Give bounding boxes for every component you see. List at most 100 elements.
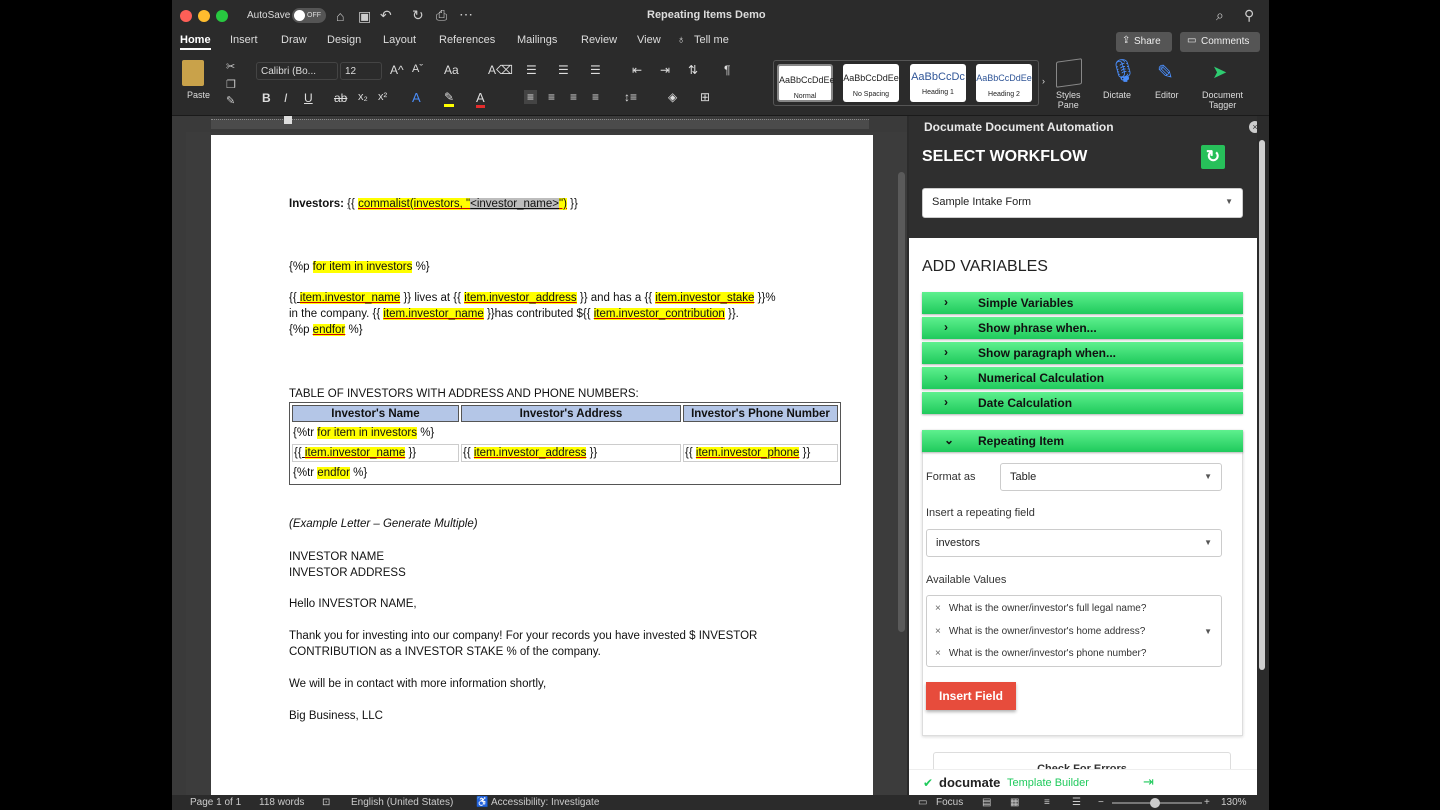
shading-icon[interactable]: ◈ [668, 90, 677, 104]
account-icon[interactable]: ⚲ [1244, 8, 1254, 22]
indent-marker[interactable] [284, 116, 292, 124]
minimize-window-button[interactable] [198, 10, 210, 22]
tab-tell-me[interactable]: Tell me [694, 34, 729, 46]
undo-icon[interactable]: ↶ [380, 8, 392, 22]
documate-tagger-icon[interactable]: ➤ [1212, 62, 1227, 83]
table-cell[interactable]: {{ item.investor_name }} [292, 444, 459, 462]
styles-pane-label[interactable]: Styles Pane [1056, 90, 1081, 110]
value-chip[interactable]: × What is the owner/investor's full legal… [935, 603, 1146, 614]
subscript-icon[interactable]: x₂ [358, 91, 368, 103]
font-size-select[interactable]: 12 [340, 62, 382, 80]
more-icon[interactable]: ⋯ [459, 7, 473, 21]
tab-insert[interactable]: Insert [230, 34, 258, 46]
highlight-icon[interactable]: ✎ [444, 90, 455, 107]
font-name-select[interactable]: Calibri (Bo... [256, 62, 338, 80]
editor-label[interactable]: Editor [1155, 90, 1179, 100]
table-cell[interactable]: {%tr endfor %} [292, 464, 838, 482]
repeating-field-select[interactable]: investors ▼ [926, 529, 1222, 557]
zoom-window-button[interactable] [216, 10, 228, 22]
tab-references[interactable]: References [439, 34, 495, 46]
multilevel-icon[interactable]: ☰ [590, 63, 601, 77]
align-center-icon[interactable]: ≡ [548, 90, 555, 104]
accessibility-status[interactable]: Accessibility: Investigate [491, 797, 599, 808]
sort-icon[interactable]: ⇅ [688, 63, 698, 77]
clear-format-icon[interactable]: A⌫ [488, 63, 513, 77]
dictate-label[interactable]: Dictate [1103, 90, 1131, 100]
align-right-icon[interactable]: ≡ [570, 90, 577, 104]
document-tagger-label[interactable]: Document Tagger [1202, 90, 1243, 110]
focus-icon[interactable]: ▭ [918, 797, 927, 808]
proofing-icon[interactable]: ⊡ [322, 797, 330, 808]
workflow-select[interactable]: Sample Intake Form ▼ [922, 188, 1243, 218]
text-effects-icon[interactable]: A [412, 90, 421, 105]
accessibility-icon[interactable]: ♿ [476, 797, 488, 808]
grow-font-icon[interactable]: A^ [390, 63, 404, 77]
print-icon[interactable]: ⎙ [436, 8, 447, 22]
tab-home[interactable]: Home [180, 34, 211, 50]
close-pane-icon[interactable]: × [1249, 121, 1257, 133]
font-color-icon[interactable]: A [476, 90, 485, 108]
zoom-level[interactable]: 130% [1221, 797, 1247, 808]
style-heading-2[interactable]: AaBbCcDdEe Heading 2 [976, 64, 1032, 102]
shrink-font-icon[interactable]: Aˇ [412, 63, 423, 75]
search-icon[interactable]: ⌕ [1216, 8, 1224, 22]
change-case-icon[interactable]: Aa [444, 63, 459, 77]
home-icon[interactable]: ⌂ [336, 9, 344, 23]
web-layout-icon[interactable]: ▦ [1010, 797, 1019, 808]
line-spacing-icon[interactable]: ↕≡ [624, 90, 637, 104]
bullets-icon[interactable]: ☰ [526, 63, 537, 77]
table-cell[interactable]: {%tr for item in investors %} [292, 424, 838, 442]
numbering-icon[interactable]: ☰ [558, 63, 569, 77]
page-count[interactable]: Page 1 of 1 [190, 797, 241, 808]
tab-review[interactable]: Review [581, 34, 617, 46]
style-no-spacing[interactable]: AaBbCcDdEe No Spacing [843, 64, 899, 102]
language[interactable]: English (United States) [351, 797, 453, 808]
superscript-icon[interactable]: x² [378, 91, 387, 103]
value-chip[interactable]: × What is the owner/investor's phone numb… [935, 648, 1146, 659]
increase-indent-icon[interactable]: ⇥ [660, 63, 670, 77]
export-icon[interactable]: ⇥ [1143, 774, 1154, 790]
style-normal[interactable]: AaBbCcDdEe Normal [777, 64, 835, 102]
accordion-date-calculation[interactable]: › Date Calculation [922, 392, 1243, 414]
tab-design[interactable]: Design [327, 34, 361, 46]
justify-icon[interactable]: ≡ [592, 90, 599, 104]
table-cell[interactable]: {{ item.investor_phone }} [683, 444, 838, 462]
zoom-slider[interactable] [1112, 798, 1202, 808]
underline-icon[interactable]: U [304, 91, 313, 105]
comments-button[interactable]: ▭ Comments [1180, 32, 1260, 52]
editor-icon[interactable]: ✎ [1157, 60, 1174, 85]
word-count[interactable]: 118 words [259, 797, 304, 808]
italic-icon[interactable]: I [284, 91, 287, 105]
cut-icon[interactable]: ✂ [226, 60, 235, 74]
read-mode-icon[interactable]: ≡ [1044, 797, 1050, 808]
outline-icon[interactable]: ☰ [1072, 797, 1081, 808]
document-page[interactable]: Investors: {{ commalist(investors, "<inv… [211, 135, 873, 795]
accordion-numerical-calculation[interactable]: › Numerical Calculation [922, 367, 1243, 389]
format-select[interactable]: Table ▼ [1000, 463, 1222, 491]
style-heading-1[interactable]: AaBbCcDc Heading 1 [910, 64, 966, 102]
refresh-icon[interactable]: ↻ [1201, 145, 1225, 169]
print-layout-icon[interactable]: ▤ [982, 797, 991, 808]
accordion-show-paragraph[interactable]: › Show paragraph when... [922, 342, 1243, 364]
strikethrough-icon[interactable]: ab [334, 91, 347, 105]
tab-draw[interactable]: Draw [281, 34, 307, 46]
redo-icon[interactable]: ↻ [412, 8, 424, 22]
zoom-in-icon[interactable]: + [1204, 797, 1210, 808]
investors-table[interactable]: Investor's Name Investor's Address Inves… [289, 402, 841, 485]
styles-pane-icon[interactable] [1056, 58, 1082, 88]
accordion-repeating-item[interactable]: ⌄ Repeating Item [922, 430, 1243, 452]
microphone-icon[interactable]: 🎙 [1109, 58, 1137, 84]
tab-layout[interactable]: Layout [383, 34, 416, 46]
table-cell[interactable]: {{ item.investor_address }} [461, 444, 681, 462]
accordion-show-phrase[interactable]: › Show phrase when... [922, 317, 1243, 339]
autosave-toggle[interactable]: OFF [292, 8, 326, 23]
format-painter-icon[interactable]: ✎ [226, 94, 235, 108]
share-button[interactable]: ⇪ Share [1116, 32, 1172, 52]
styles-more-icon[interactable]: › [1042, 76, 1045, 86]
tab-mailings[interactable]: Mailings [517, 34, 557, 46]
paste-icon[interactable] [182, 60, 204, 86]
zoom-out-icon[interactable]: − [1098, 797, 1104, 808]
close-window-button[interactable] [180, 10, 192, 22]
available-values-select[interactable]: × What is the owner/investor's full legal… [926, 595, 1222, 667]
accordion-simple-variables[interactable]: › Simple Variables [922, 292, 1243, 314]
